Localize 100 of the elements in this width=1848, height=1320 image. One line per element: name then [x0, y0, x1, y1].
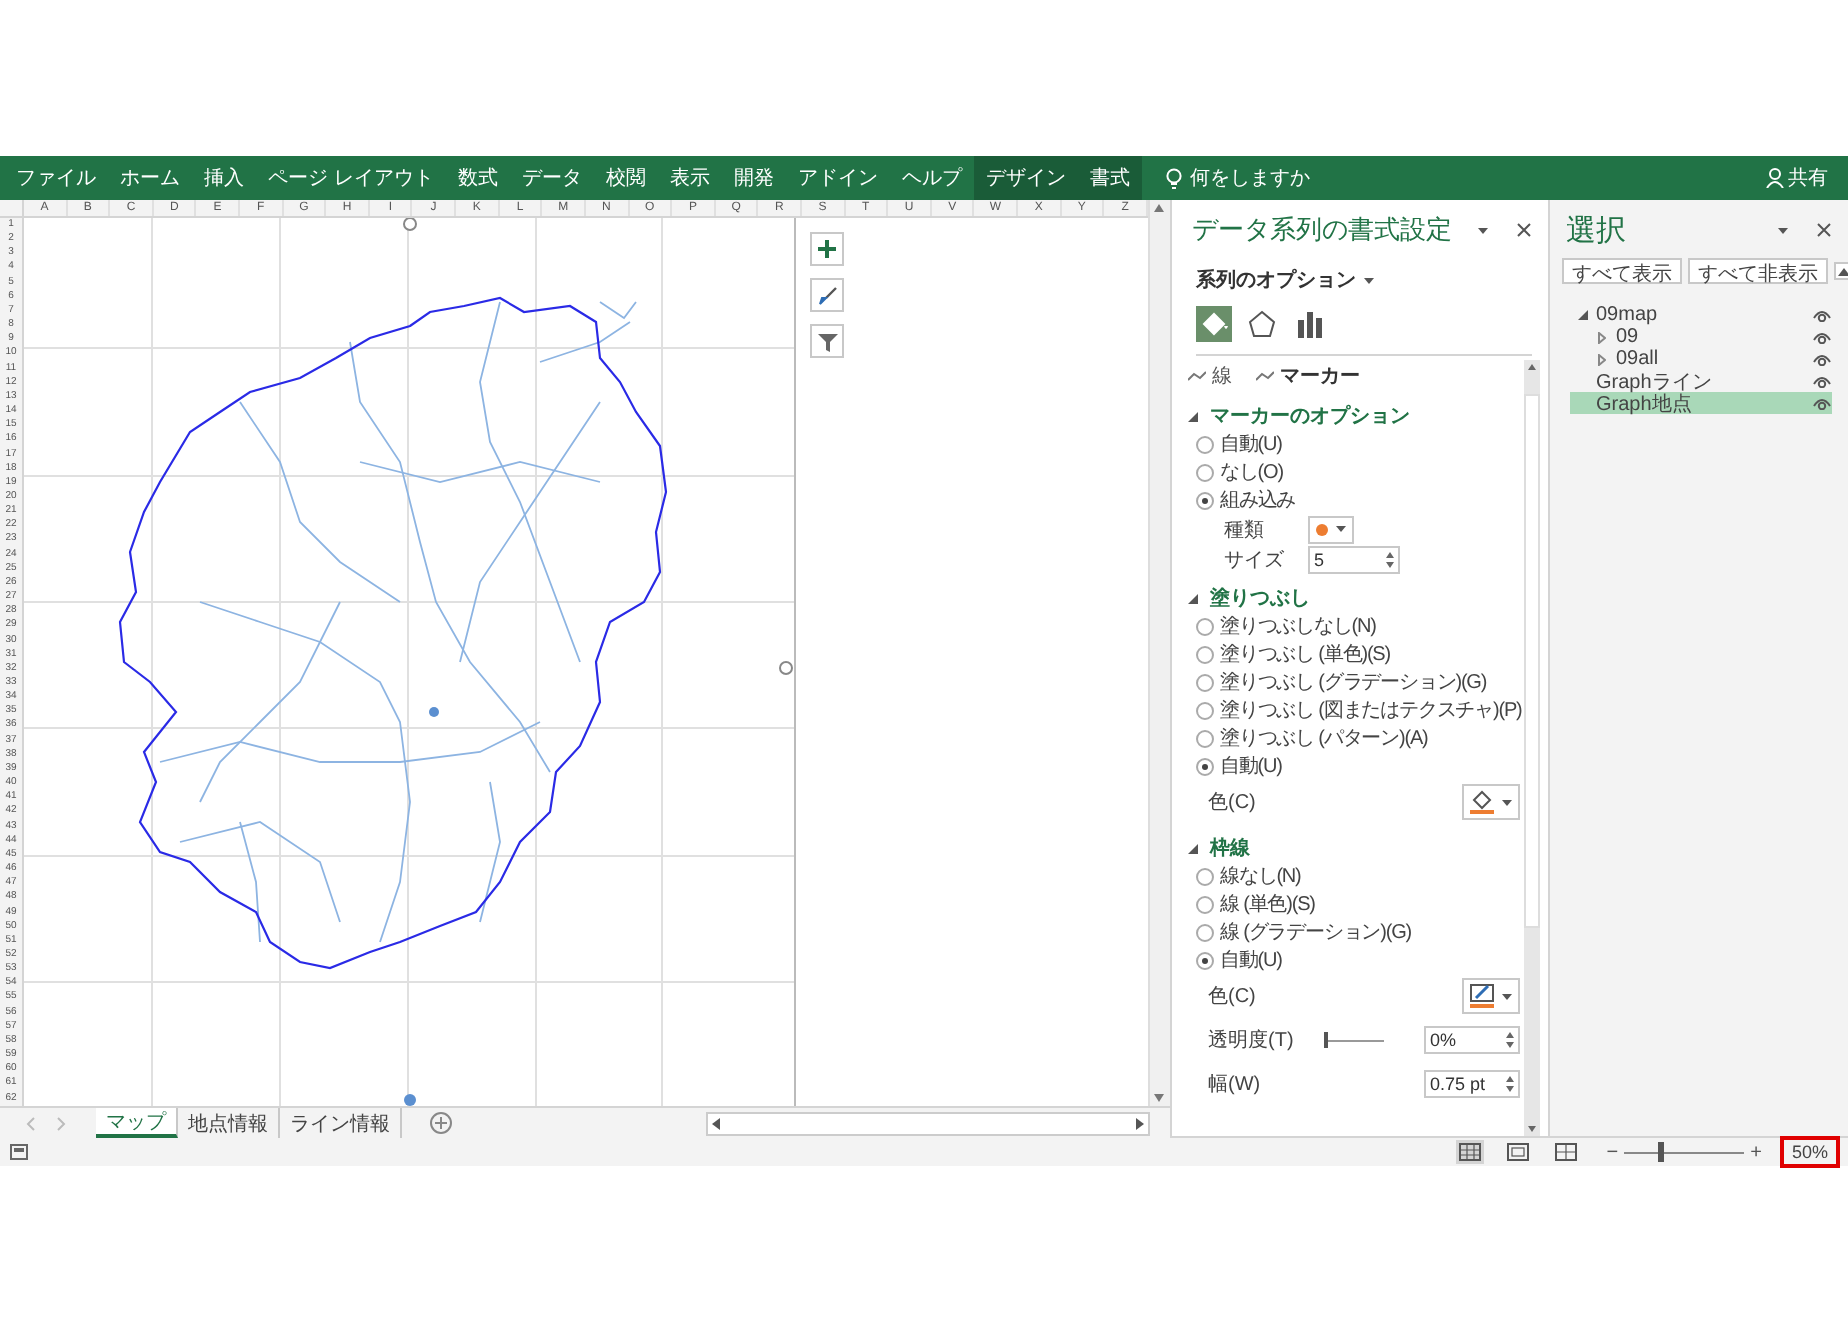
section-header[interactable]: 枠線 [1188, 834, 1250, 862]
selection-handle[interactable] [403, 218, 417, 231]
up-arrow-icon[interactable] [1150, 200, 1168, 216]
up-arrow-icon[interactable] [1524, 360, 1540, 374]
ribbon-tab[interactable]: デザイン [973, 156, 1078, 200]
radio-option[interactable]: 自動(U) [1196, 430, 1282, 458]
effects-tab[interactable] [1244, 306, 1280, 342]
caret-icon [1502, 799, 1512, 805]
chart-elements-button[interactable] [810, 232, 844, 266]
ribbon-tab[interactable]: 開発 [721, 156, 786, 200]
close-icon[interactable] [1816, 222, 1832, 238]
selection-item[interactable]: 09all [1590, 348, 1832, 370]
caret-icon [1478, 227, 1488, 233]
spin-field[interactable]: 0.75 pt [1424, 1070, 1520, 1098]
down-arrow-icon[interactable] [1150, 1090, 1168, 1106]
chart-styles-button[interactable] [810, 278, 844, 312]
color-picker-button[interactable] [1462, 784, 1520, 820]
ribbon-tab[interactable]: ホーム [108, 156, 192, 200]
vertical-scrollbar[interactable] [1148, 200, 1170, 1106]
spin-field[interactable]: 0% [1424, 1026, 1520, 1054]
selection-item[interactable]: Graph地点 [1570, 392, 1832, 414]
radio-option[interactable]: 線 (グラデーション)(G) [1196, 918, 1411, 946]
ribbon-tab[interactable]: ファイル [4, 156, 108, 200]
spin-field[interactable]: 5 [1308, 545, 1400, 573]
zoom-level[interactable]: 50% [1779, 1136, 1840, 1168]
field-label: 色(C) [1208, 984, 1258, 1010]
left-arrow-icon[interactable] [708, 1115, 724, 1131]
visibility-eye-icon[interactable] [1812, 374, 1832, 388]
zoom-out-button[interactable]: − [1600, 1141, 1625, 1163]
macro-record-icon[interactable] [10, 1144, 28, 1160]
down-arrow-icon[interactable] [1524, 1122, 1540, 1136]
selection-handle[interactable] [779, 661, 793, 675]
pane-scrollbar[interactable] [1524, 360, 1540, 1136]
radio-option[interactable]: 塗りつぶし (図またはテクスチャ)(P) [1196, 696, 1522, 724]
selection-item[interactable]: Graphライン [1570, 370, 1832, 392]
ribbon-tab[interactable]: 数式 [445, 156, 510, 200]
visibility-eye-icon[interactable] [1812, 308, 1832, 322]
ribbon-tab[interactable]: アドイン [785, 156, 890, 200]
data-point-marker[interactable] [429, 707, 439, 717]
radio-option[interactable]: なし(O) [1196, 458, 1283, 486]
collapsed-triangle-icon[interactable] [1598, 353, 1606, 365]
transparency-slider[interactable] [1324, 1030, 1384, 1050]
line-marker-tab[interactable]: マーカー [1256, 362, 1360, 390]
radio-option[interactable]: 線 (単色)(S) [1196, 890, 1315, 918]
ribbon-tab[interactable]: 表示 [657, 156, 722, 200]
close-icon[interactable] [1516, 222, 1532, 238]
radio-option[interactable]: 組み込み [1196, 486, 1296, 514]
radio-option[interactable]: 自動(U) [1196, 946, 1282, 974]
marker-type-dropdown[interactable] [1308, 515, 1354, 543]
selection-item[interactable]: 09map [1570, 304, 1832, 326]
series-options-tab[interactable] [1292, 306, 1328, 342]
ribbon-tab[interactable]: データ [509, 156, 594, 200]
page-break-view-button[interactable] [1552, 1140, 1581, 1164]
visibility-eye-icon[interactable] [1812, 396, 1832, 410]
tell-me-search[interactable]: 何をしますか [1153, 156, 1322, 200]
selection-handle[interactable] [404, 1094, 416, 1106]
radio-option[interactable]: 塗りつぶし (パターン)(A) [1196, 724, 1428, 752]
series-options-dropdown[interactable]: 系列のオプション [1196, 266, 1548, 294]
section-header[interactable]: マーカーのオプション [1188, 402, 1410, 430]
radio-option[interactable]: 線なし(N) [1196, 862, 1301, 890]
expanded-triangle-icon [1188, 411, 1198, 421]
ribbon-tab[interactable]: 校閲 [593, 156, 658, 200]
visibility-eye-icon[interactable] [1812, 352, 1832, 366]
color-picker-button[interactable] [1462, 978, 1520, 1014]
visibility-eye-icon[interactable] [1812, 330, 1832, 344]
selection-item[interactable]: 09 [1590, 326, 1832, 348]
add-sheet-icon[interactable] [430, 1112, 452, 1134]
zoom-slider[interactable] [1624, 1142, 1745, 1162]
caret-icon [1336, 526, 1346, 532]
section-header[interactable]: 塗りつぶし [1188, 584, 1310, 612]
ribbon-tab[interactable]: 書式 [1077, 156, 1142, 200]
expanded-triangle-icon [1188, 843, 1198, 853]
brush-icon [817, 285, 837, 305]
dot-icon [1316, 523, 1328, 535]
zoom-in-button[interactable]: + [1744, 1141, 1768, 1163]
item-label: 09 [1616, 326, 1639, 348]
up-triangle-icon [1838, 267, 1848, 275]
horizontal-scrollbar[interactable] [706, 1111, 1150, 1135]
collapsed-triangle-icon[interactable] [1598, 331, 1606, 343]
right-arrow-icon[interactable] [1132, 1115, 1148, 1131]
ribbon-tab[interactable]: ページ レイアウト [256, 156, 446, 200]
pane-button[interactable]: すべて非表示 [1688, 258, 1828, 284]
caret-icon [1502, 993, 1512, 999]
pane-button[interactable]: すべて表示 [1562, 258, 1682, 284]
chart-filter-button[interactable] [810, 324, 844, 358]
bring-forward-button[interactable] [1834, 262, 1848, 280]
bar-chart-icon [1292, 306, 1328, 342]
share-button[interactable]: 共有 [1754, 162, 1840, 194]
expanded-triangle-icon [1188, 593, 1198, 603]
expanded-triangle-icon[interactable] [1578, 310, 1588, 320]
radio-option[interactable]: 塗りつぶしなし(N) [1196, 612, 1376, 640]
ribbon-tab[interactable]: ヘルプ [889, 156, 974, 200]
radio-option[interactable]: 塗りつぶし (グラデーション)(G) [1196, 668, 1487, 696]
normal-view-button[interactable] [1456, 1140, 1485, 1164]
line-marker-tab[interactable]: 線 [1188, 362, 1232, 390]
radio-option[interactable]: 塗りつぶし (単色)(S) [1196, 640, 1390, 668]
ribbon-tab[interactable]: 挿入 [192, 156, 256, 200]
page-layout-view-button[interactable] [1504, 1140, 1533, 1164]
sheet-tab[interactable]: マップ [96, 1108, 178, 1138]
radio-option[interactable]: 自動(U) [1196, 752, 1282, 780]
